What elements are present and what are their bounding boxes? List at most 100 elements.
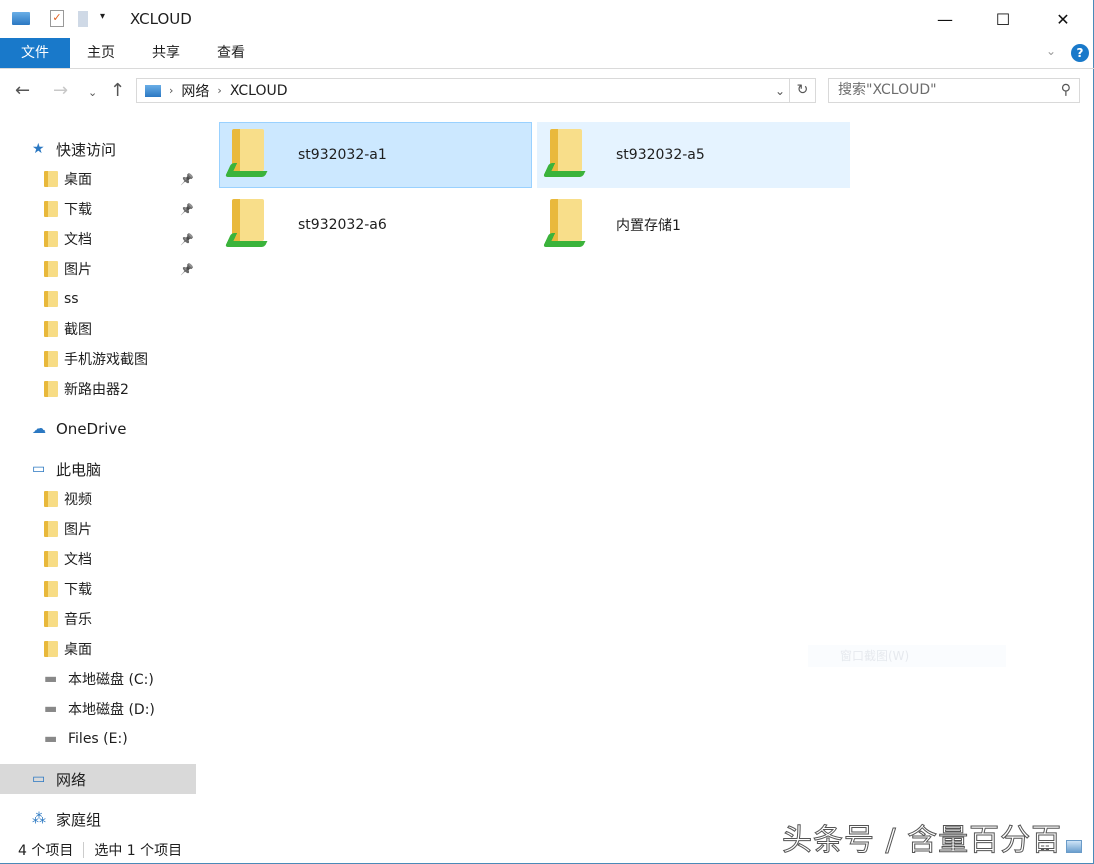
minimize-button[interactable]: — — [916, 0, 974, 38]
sidebar-item-label: 截图 — [64, 319, 92, 339]
folder-icon — [44, 231, 58, 247]
chevron-down-icon[interactable]: ⌄ — [775, 84, 785, 98]
sidebar-item[interactable]: 文档 — [0, 544, 196, 574]
new-folder-icon[interactable] — [78, 11, 88, 27]
details-view-icon[interactable]: ☷ — [1040, 840, 1050, 853]
tab-view[interactable]: 查看 — [200, 38, 262, 68]
up-icon[interactable]: ↑ — [110, 80, 125, 101]
sidebar-item-label: 音乐 — [64, 609, 92, 629]
properties-icon[interactable]: ✓ — [50, 10, 64, 27]
item-name: st932032-a1 — [298, 147, 387, 163]
tab-home[interactable]: 主页 — [70, 38, 132, 68]
sidebar-item-label: 图片 — [64, 259, 92, 279]
sidebar-item[interactable]: ss — [0, 284, 196, 314]
network-folder-icon — [546, 127, 594, 183]
pin-icon[interactable]: 📌 — [180, 203, 194, 216]
sidebar-item-label: 本地磁盘 (C:) — [68, 669, 154, 689]
sidebar-item[interactable]: ☁OneDrive — [0, 414, 196, 444]
item-name: st932032-a6 — [298, 217, 387, 233]
close-button[interactable]: ✕ — [1034, 0, 1092, 38]
tab-file[interactable]: 文件 — [0, 38, 70, 68]
folder-icon — [44, 171, 58, 187]
drive-icon: ▬ — [44, 671, 62, 687]
search-input[interactable]: 搜索"XCLOUD" ⚲ — [828, 78, 1080, 103]
search-icon[interactable]: ⚲ — [1061, 79, 1071, 102]
folder-icon — [44, 551, 58, 567]
sidebar-item-label: 手机游戏截图 — [64, 349, 148, 369]
large-icons-view-icon[interactable] — [1066, 840, 1082, 853]
sidebar-item-label: 本地磁盘 (D:) — [68, 699, 155, 719]
sidebar-item-label: 家庭组 — [56, 809, 101, 830]
sidebar-item[interactable]: 文档 📌 — [0, 224, 196, 254]
sidebar-item-label: 快速访问 — [56, 139, 116, 160]
sidebar-item[interactable]: 桌面 📌 — [0, 164, 196, 194]
folder-icon — [44, 581, 58, 597]
tab-share[interactable]: 共享 — [135, 38, 197, 68]
sidebar-item-label: ss — [64, 291, 79, 307]
watermark: 头条号 / 含量百分百 — [782, 815, 1062, 859]
sidebar-item-label: 下载 — [64, 199, 92, 219]
sidebar-item[interactable]: 下载 — [0, 574, 196, 604]
forward-icon[interactable]: → — [53, 80, 68, 101]
sidebar-item[interactable]: 图片 📌 — [0, 254, 196, 284]
sidebar-item-label: 桌面 — [64, 639, 92, 659]
search-placeholder: 搜索"XCLOUD" — [838, 82, 937, 98]
sidebar-item[interactable]: 下载 📌 — [0, 194, 196, 224]
sidebar-item-label: 桌面 — [64, 169, 92, 189]
sidebar-item[interactable]: 手机游戏截图 — [0, 344, 196, 374]
expand-ribbon-icon[interactable]: ⌄ — [1046, 44, 1056, 58]
sidebar-item[interactable]: 视频 — [0, 484, 196, 514]
homegroup-icon: ⁂ — [32, 811, 50, 827]
folder-icon — [44, 521, 58, 537]
chevron-right-icon[interactable]: › — [169, 84, 173, 97]
sidebar-item-label: 文档 — [64, 229, 92, 249]
folder-icon — [44, 291, 58, 307]
chevron-right-icon[interactable]: › — [217, 84, 221, 97]
sidebar-item[interactable]: ▬本地磁盘 (D:) — [0, 694, 196, 724]
recent-locations-icon[interactable]: ⌄ — [88, 86, 97, 99]
refresh-button[interactable]: ↻ — [790, 78, 816, 103]
pin-icon[interactable]: 📌 — [180, 233, 194, 246]
item-name: 内置存储1 — [616, 215, 681, 235]
sidebar-item-label: 新路由器2 — [64, 379, 129, 399]
address-bar[interactable]: › 网络 › XCLOUD ⌄ — [136, 78, 790, 103]
sidebar-item[interactable]: 音乐 — [0, 604, 196, 634]
breadcrumb-network[interactable]: 网络 — [181, 81, 209, 101]
sidebar-item-label: OneDrive — [56, 420, 127, 438]
network-folder-item[interactable]: st932032-a6 — [219, 192, 532, 258]
sidebar-item[interactable]: 新路由器2 — [0, 374, 196, 404]
sidebar-item[interactable]: ▬Files (E:) — [0, 724, 196, 754]
computer-icon: ▭ — [32, 461, 50, 477]
maximize-button[interactable]: ☐ — [974, 0, 1032, 38]
back-icon[interactable]: ← — [15, 80, 30, 101]
sidebar-item-label: 此电脑 — [56, 459, 101, 480]
folder-icon — [44, 351, 58, 367]
network-folder-item[interactable]: 内置存储1 — [537, 192, 850, 258]
pin-icon[interactable]: 📌 — [180, 263, 194, 276]
title-bar: ✓ ▾ XCLOUD — ☐ ✕ — [0, 0, 1094, 38]
divider — [83, 842, 84, 858]
sidebar-item[interactable]: ★ 快速访问 — [0, 134, 196, 164]
sidebar-item[interactable]: 图片 — [0, 514, 196, 544]
ghost-menu-item: 窗口截图(W) — [808, 645, 1006, 667]
network-folder-item[interactable]: st932032-a1 — [219, 122, 532, 188]
help-icon[interactable]: ? — [1071, 44, 1089, 62]
pin-icon[interactable]: 📌 — [180, 173, 194, 186]
divider — [0, 68, 1094, 69]
network-folder-item[interactable]: st932032-a5 — [537, 122, 850, 188]
folder-icon — [44, 381, 58, 397]
customize-quick-access-icon[interactable]: ▾ — [100, 11, 105, 22]
sidebar-item[interactable]: ⁂ 家庭组 — [0, 804, 196, 834]
star-icon: ★ — [32, 141, 50, 157]
sidebar-item[interactable]: ▭ 此电脑 — [0, 454, 196, 484]
network-icon: ▭ — [32, 771, 50, 787]
sidebar-item-label: 图片 — [64, 519, 92, 539]
sidebar-item[interactable]: 截图 — [0, 314, 196, 344]
breadcrumb-xcloud[interactable]: XCLOUD — [230, 83, 288, 99]
sidebar-item[interactable]: ▬ 本地磁盘 (C:) — [0, 664, 196, 694]
sidebar-item[interactable]: 桌面 — [0, 634, 196, 664]
status-bar: 4 个项目 选中 1 个项目 — [0, 836, 182, 864]
network-folder-icon — [546, 197, 594, 253]
folder-icon — [44, 201, 58, 217]
sidebar-item[interactable]: ▭网络 — [0, 764, 196, 794]
